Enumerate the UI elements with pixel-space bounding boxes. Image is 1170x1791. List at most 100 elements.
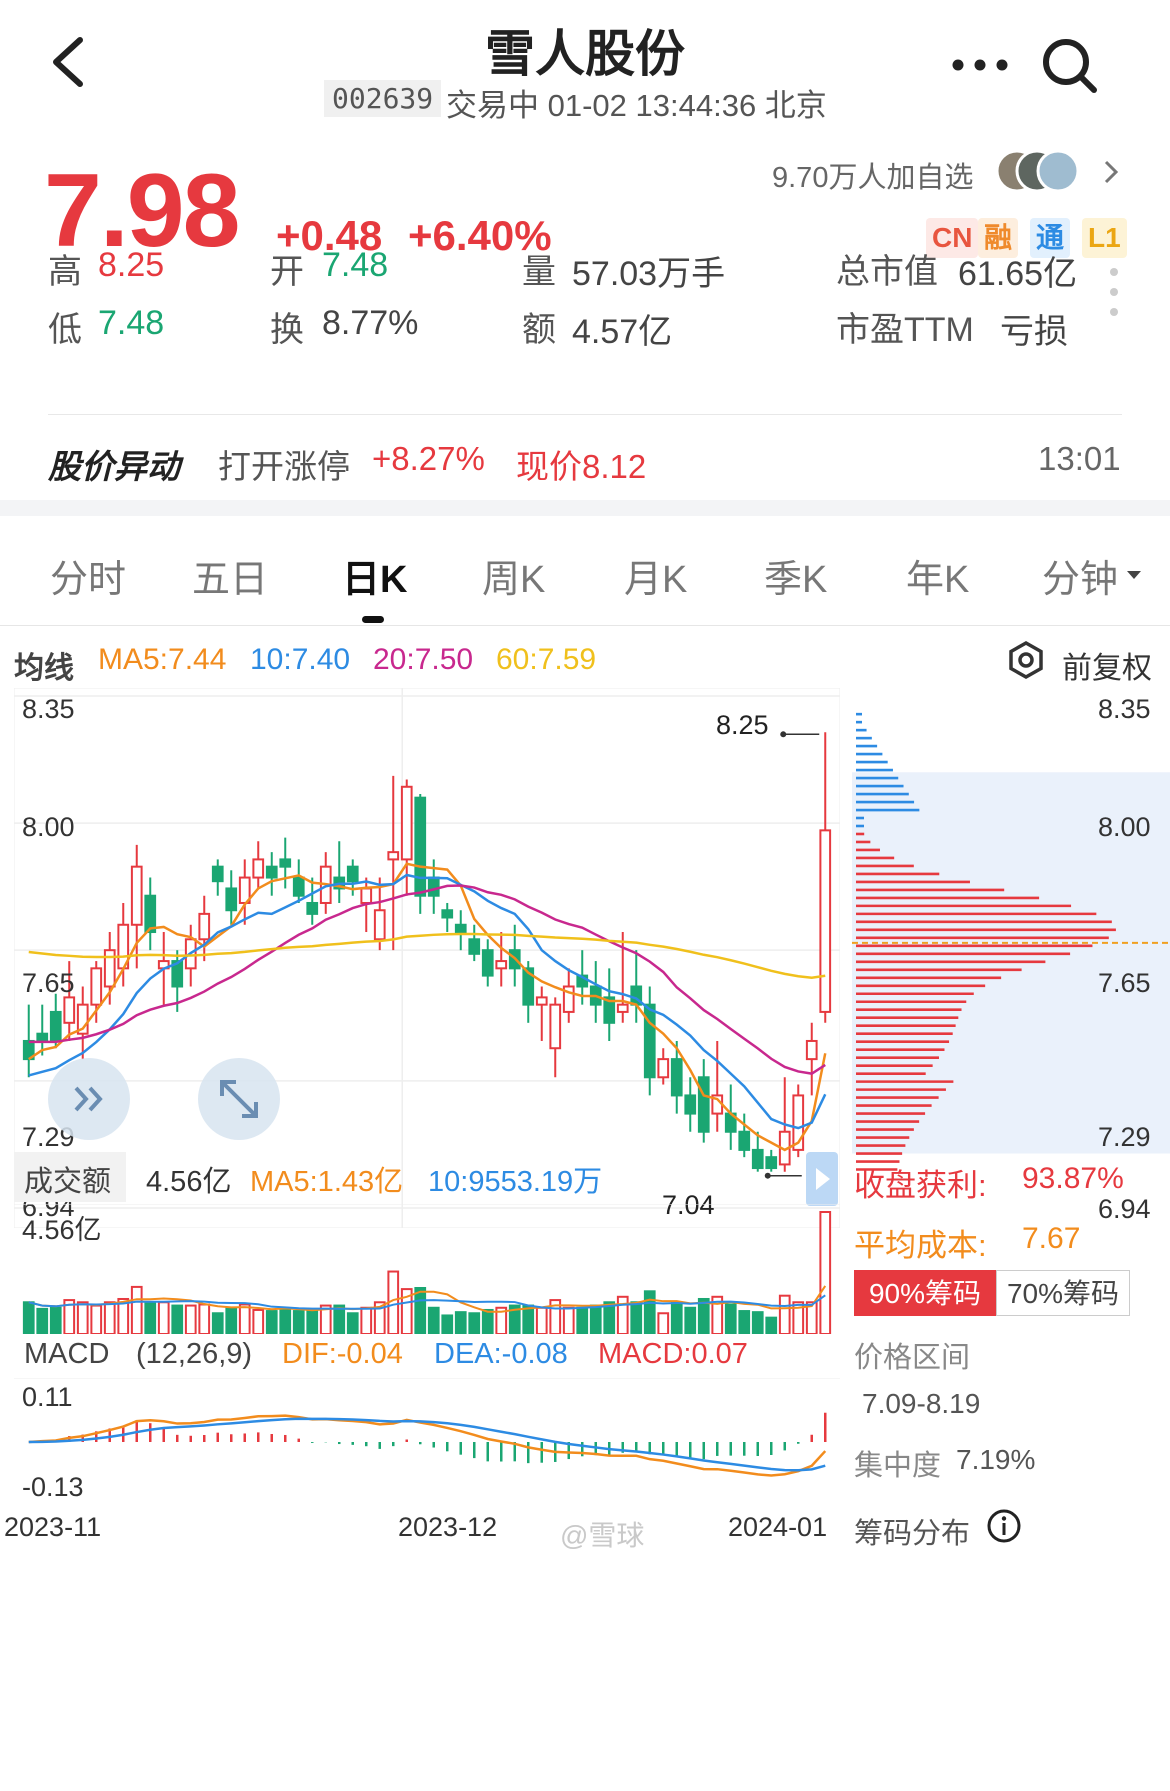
price-axis-right-1: 8.00 xyxy=(1098,812,1151,842)
caret-down-icon[interactable] xyxy=(1126,568,1142,580)
high-marker: 8.25 xyxy=(716,710,769,740)
candle-body xyxy=(63,996,76,1024)
high-value: 8.25 xyxy=(98,246,165,284)
ma20-value: 20:7.50 xyxy=(373,643,474,676)
volume-bar xyxy=(279,1307,292,1334)
volume-bar xyxy=(333,1304,346,1334)
ma-label: 均线 xyxy=(14,652,74,685)
volume-bar xyxy=(306,1308,319,1334)
expand-dots-icon[interactable] xyxy=(1108,266,1120,318)
chip-tab-90[interactable]: 90%筹码 xyxy=(854,1270,996,1316)
chip-panel-toggle[interactable] xyxy=(806,1152,838,1206)
nav-bar: 雪人股份 002639 交易中 01-02 13:44:36 北京 xyxy=(0,0,1170,130)
low-value: 7.48 xyxy=(98,304,165,342)
candle-body xyxy=(454,923,467,934)
candle-body xyxy=(441,909,454,919)
candle-body xyxy=(751,1148,764,1170)
fast-forward-button[interactable] xyxy=(48,1058,130,1140)
follower-count[interactable]: 9.70万人加自选 xyxy=(772,154,973,196)
volume-bar xyxy=(157,1301,170,1334)
volume-label: 量 xyxy=(522,253,556,291)
tab-minute[interactable]: 分钟 xyxy=(1042,548,1118,603)
candle-body xyxy=(103,949,116,988)
date-label-2: 2024-01 xyxy=(728,1512,828,1542)
tab-daily-k[interactable]: 日K xyxy=(342,548,407,603)
candle-body xyxy=(211,865,224,883)
settings-icon[interactable] xyxy=(1006,640,1046,680)
alert-title: 股价异动 xyxy=(48,448,180,485)
open-label: 开 xyxy=(270,253,304,291)
candle-body xyxy=(292,876,305,897)
volume-bar xyxy=(643,1290,656,1334)
ma60-value: 60:7.59 xyxy=(496,643,597,676)
macd-params: (12,26,9) xyxy=(136,1338,253,1370)
price-axis-left-0: 8.35 xyxy=(22,694,75,724)
volume-bar xyxy=(657,1312,670,1334)
volume-bar xyxy=(751,1311,764,1334)
tab-quarterly-k[interactable]: 季K xyxy=(764,548,827,603)
volume-bar xyxy=(225,1306,238,1334)
volume-bar xyxy=(697,1297,710,1334)
watermark: @雪球 xyxy=(560,1520,645,1551)
dif-line xyxy=(28,1414,827,1477)
candle-body xyxy=(346,865,359,883)
candle-body xyxy=(684,1094,697,1115)
macd-label: MACD xyxy=(24,1338,110,1370)
fullscreen-button[interactable] xyxy=(198,1058,280,1140)
tab-yearly-k[interactable]: 年K xyxy=(906,548,969,603)
volume-bar xyxy=(522,1304,535,1334)
info-icon[interactable] xyxy=(986,1508,1022,1544)
candle-body xyxy=(387,851,400,861)
tab-monthly-k[interactable]: 月K xyxy=(624,548,687,603)
tab-weekly-k[interactable]: 周K xyxy=(482,548,545,603)
candle-body xyxy=(400,785,413,861)
trading-status: 交易中 01-02 13:44:36 北京 xyxy=(446,88,827,123)
volume-bar xyxy=(252,1308,265,1334)
volume-chart[interactable] xyxy=(14,1204,840,1334)
chevron-right-icon[interactable] xyxy=(1100,156,1122,188)
amount-label: 额 xyxy=(522,311,556,349)
candle-body xyxy=(265,865,278,879)
more-icon[interactable] xyxy=(950,58,1010,72)
candle-body xyxy=(549,1003,562,1050)
volume-bar xyxy=(576,1306,589,1334)
candle-body xyxy=(427,876,440,897)
date-label-0: 2023-11 xyxy=(4,1512,102,1542)
price-axis-right-3: 7.29 xyxy=(1098,1122,1151,1152)
stock-code: 002639 xyxy=(324,80,442,117)
adjust-mode[interactable]: 前复权 xyxy=(1062,643,1152,687)
candle-body xyxy=(643,1003,656,1079)
volume-bar xyxy=(211,1312,224,1334)
volume-bar xyxy=(589,1304,602,1334)
section-gap xyxy=(0,500,1170,516)
turnover-label: 换 xyxy=(270,311,304,349)
volume-bar xyxy=(49,1306,62,1334)
candle-body xyxy=(414,796,427,897)
amount-value: 4.57亿 xyxy=(572,313,673,351)
chip-tab-70[interactable]: 70%筹码 xyxy=(996,1270,1130,1316)
candle-body xyxy=(373,909,386,941)
price-axis-right-0: 8.35 xyxy=(1098,694,1151,724)
volume-bar xyxy=(427,1306,440,1334)
volume-ma5: MA5:1.43亿 xyxy=(250,1166,404,1198)
candle-body xyxy=(535,996,548,1006)
volume-bar xyxy=(360,1306,373,1334)
candle-body xyxy=(306,901,319,915)
tab-five-day[interactable]: 五日 xyxy=(192,548,268,603)
candle-body xyxy=(616,1003,629,1013)
candle-body xyxy=(360,887,373,904)
macd-chart[interactable] xyxy=(14,1378,840,1508)
divider xyxy=(48,414,1122,415)
volume-bar xyxy=(765,1316,778,1334)
price-chart[interactable] xyxy=(14,688,840,1228)
search-icon[interactable] xyxy=(1040,36,1100,96)
market-cap-value: 61.65亿 xyxy=(958,255,1078,293)
volume-bar xyxy=(171,1304,184,1334)
volume-bar xyxy=(22,1301,35,1334)
tab-intraday[interactable]: 分时 xyxy=(50,548,126,603)
macd-value: MACD:0.07 xyxy=(598,1338,748,1370)
candle-body xyxy=(225,887,238,912)
candle-body xyxy=(90,967,103,1006)
date-label-1: 2023-12 xyxy=(398,1512,498,1542)
volume-bar xyxy=(265,1310,278,1334)
